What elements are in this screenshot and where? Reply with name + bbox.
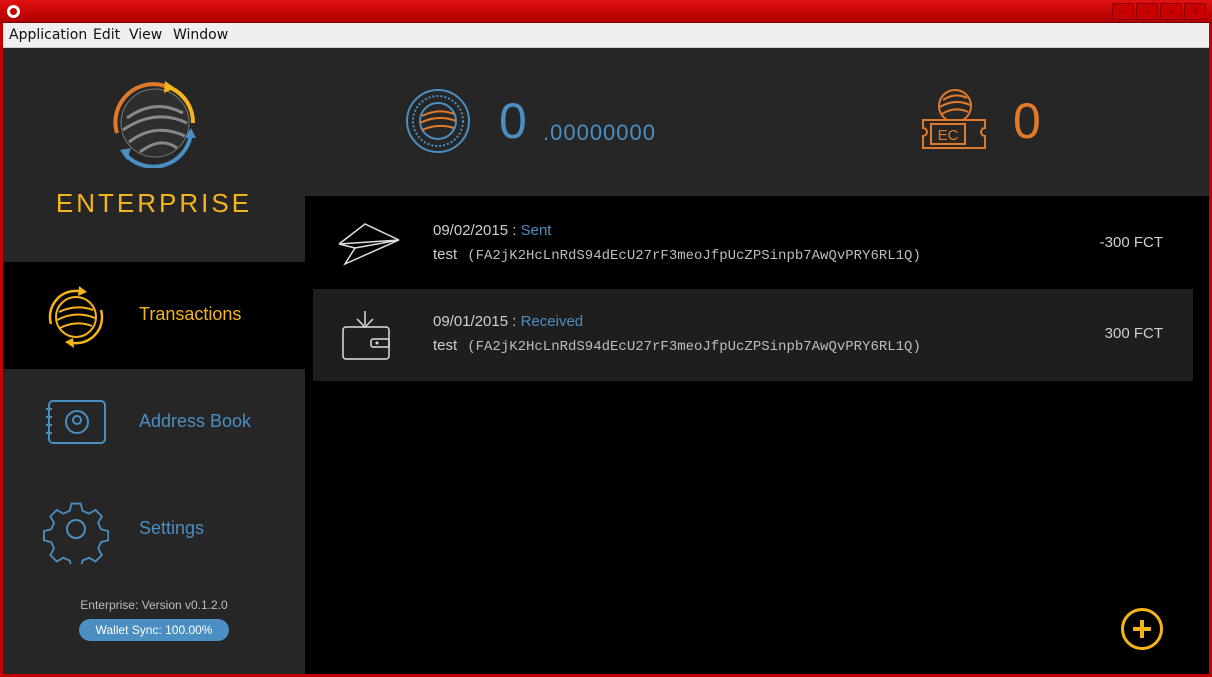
title-bar: – ▫ ▪ × [0,0,1212,23]
fct-balance-integer: 0 [499,93,527,149]
transaction-address: (FA2jK2HcLnRdS94dEcU27rF3meoJfpUcZPSinpb… [467,339,921,355]
transaction-date: 09/02/2015 : Sent [433,222,552,239]
gear-icon [43,502,109,564]
minimize-button[interactable]: – [1112,3,1134,20]
app-window: ENTERPRISE Transactions Address Book Set… [3,48,1209,674]
balances-header: 0 .00000000 EC 0 [305,48,1209,196]
date-text: 09/01/2015 [433,313,509,330]
enterprise-logo-icon [113,81,196,168]
svg-text:EC: EC [938,127,959,144]
fct-balance-decimal: .00000000 [543,120,656,145]
sidebar-item-label: Settings [139,518,205,538]
sidebar-item-transactions[interactable]: Transactions [3,262,305,369]
received-wallet-icon [342,311,390,360]
entry-credit-icon: EC [922,89,986,149]
status-received: Received [520,313,584,330]
factoid-coin-icon [406,89,470,153]
transaction-name: test [433,246,458,263]
date-text: 09/02/2015 [433,222,509,239]
wallet-sync-badge: Wallet Sync: 100.00% [79,619,229,641]
brand-name: ENTERPRISE [55,188,253,218]
sidebar-item-settings[interactable]: Settings [3,476,305,583]
menu-application[interactable]: Application [9,27,87,43]
menu-edit[interactable]: Edit [93,27,120,43]
transaction-details: test (FA2jK2HcLnRdS94dEcU27rF3meoJfpUcZPS… [433,246,921,264]
restore-button[interactable]: ▪ [1160,3,1182,20]
transaction-row[interactable]: 09/01/2015 : Received test (FA2jK2HcLnRdS… [313,289,1193,381]
main-panel: 0 .00000000 EC 0 09/02/2015 : Sent test … [305,48,1209,674]
ec-balance: 0 [1013,93,1041,149]
transaction-name: test [433,337,458,354]
add-transaction-button[interactable] [1121,608,1163,650]
menu-window[interactable]: Window [173,27,228,43]
transaction-amount: 300 FCT [1104,325,1163,342]
maximize-button[interactable]: ▫ [1136,3,1158,20]
menu-view[interactable]: View [129,27,162,43]
sidebar: ENTERPRISE Transactions Address Book Set… [3,48,305,674]
status-sent: Sent [520,222,552,239]
transaction-row[interactable]: 09/02/2015 : Sent test (FA2jK2HcLnRdS94dE… [313,198,1193,290]
sent-paper-plane-icon [338,223,400,266]
close-button[interactable]: × [1184,3,1206,20]
sidebar-item-label: Transactions [139,304,242,324]
transaction-address: (FA2jK2HcLnRdS94dEcU27rF3meoJfpUcZPSinpb… [467,248,921,264]
transaction-details: test (FA2jK2HcLnRdS94dEcU27rF3meoJfpUcZPS… [433,337,921,355]
app-icon [7,5,20,18]
brand-header: ENTERPRISE [3,48,305,262]
menu-bar: Application Edit View Window [3,23,1209,48]
version-label: Enterprise: Version v0.1.2.0 [80,598,228,612]
transactions-icon [48,286,104,348]
transaction-amount: -300 FCT [1099,234,1163,251]
address-book-icon [46,400,106,444]
transaction-date: 09/01/2015 : Received [433,313,584,330]
sidebar-item-address-book[interactable]: Address Book [3,369,305,476]
sidebar-item-label: Address Book [139,411,252,431]
